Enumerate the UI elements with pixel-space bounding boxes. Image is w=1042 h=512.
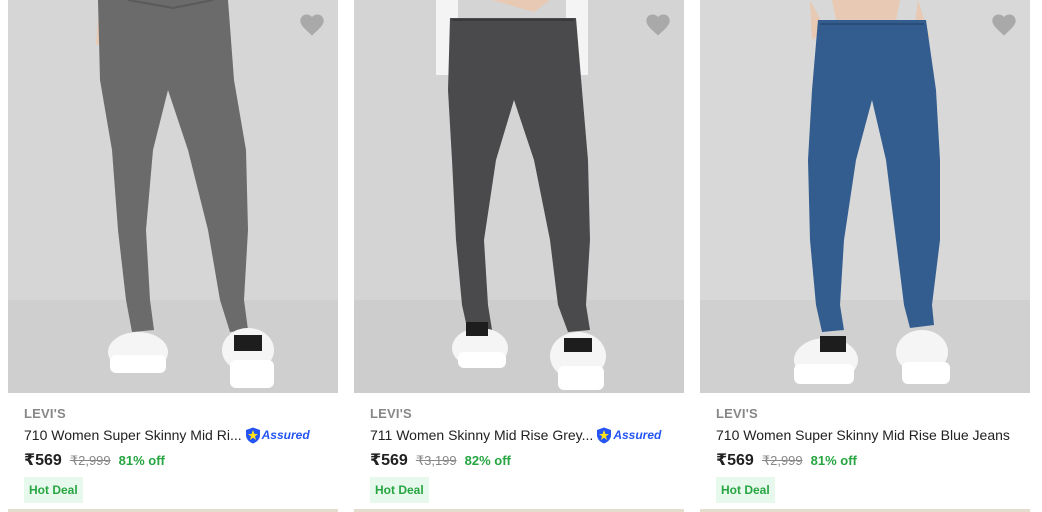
discount-percent: 82% off (464, 453, 511, 468)
product-grid: LEVI'S 710 Women Super Skinny Mid Ri... … (0, 0, 1042, 512)
price-row: ₹569 ₹2,999 81% off (716, 450, 857, 472)
price-row: ₹569 ₹2,999 81% off (24, 450, 165, 472)
assured-shield-icon (245, 427, 260, 443)
brand-name: LEVI'S (24, 406, 66, 421)
product-title[interactable]: 710 Women Super Skinny Mid Rise Blue Jea… (716, 427, 1010, 443)
price-row: ₹569 ₹3,199 82% off (370, 450, 511, 472)
brand-name: LEVI'S (370, 406, 412, 421)
product-photo-jeans (8, 0, 338, 393)
mrp-price: ₹2,999 (69, 453, 111, 468)
assured-badge: Assured (596, 427, 661, 444)
selling-price: ₹569 (370, 452, 408, 469)
assured-shield-icon (597, 427, 612, 443)
discount-percent: 81% off (810, 453, 857, 468)
title-row: 710 Women Super Skinny Mid Rise Blue Jea… (716, 425, 1022, 445)
product-title[interactable]: 710 Women Super Skinny Mid Ri... (24, 427, 242, 443)
selling-price: ₹569 (716, 452, 754, 469)
mrp-price: ₹2,999 (761, 453, 803, 468)
assured-label: Assured (261, 428, 310, 442)
assured-label: Assured (613, 428, 662, 442)
product-photo-jeans (700, 0, 1030, 393)
product-image[interactable] (700, 0, 1030, 393)
hot-deal-badge: Hot Deal (370, 477, 429, 503)
product-title[interactable]: 711 Women Skinny Mid Rise Grey... (370, 427, 593, 443)
wishlist-heart-icon[interactable] (644, 11, 672, 39)
product-card[interactable]: LEVI'S 711 Women Skinny Mid Rise Grey...… (354, 0, 684, 512)
wishlist-heart-icon[interactable] (990, 11, 1018, 39)
title-row: 711 Women Skinny Mid Rise Grey... Assure… (370, 425, 676, 445)
product-card[interactable]: LEVI'S 710 Women Super Skinny Mid Rise B… (700, 0, 1030, 512)
wishlist-heart-icon[interactable] (298, 11, 326, 39)
hot-deal-badge: Hot Deal (24, 477, 83, 503)
product-image[interactable] (354, 0, 684, 393)
title-row: 710 Women Super Skinny Mid Ri... Assured (24, 425, 330, 445)
product-photo-jeans (354, 0, 684, 393)
product-image[interactable] (8, 0, 338, 393)
hot-deal-badge: Hot Deal (716, 477, 775, 503)
product-card[interactable]: LEVI'S 710 Women Super Skinny Mid Ri... … (8, 0, 338, 512)
assured-badge: Assured (245, 427, 310, 444)
selling-price: ₹569 (24, 452, 62, 469)
mrp-price: ₹3,199 (415, 453, 457, 468)
brand-name: LEVI'S (716, 406, 758, 421)
discount-percent: 81% off (118, 453, 165, 468)
